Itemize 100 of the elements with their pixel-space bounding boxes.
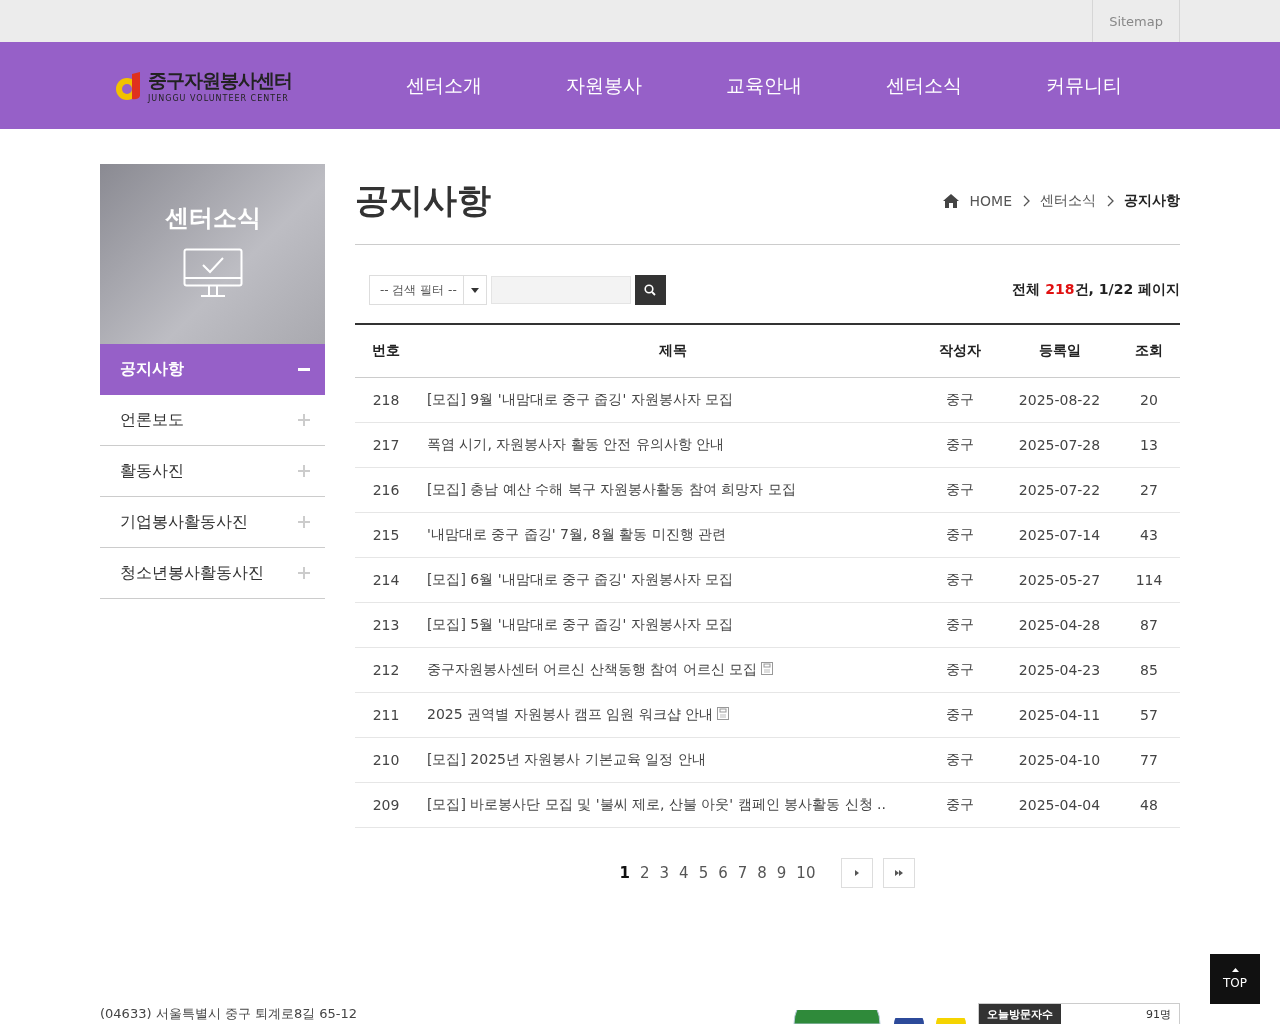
table-cell: 213 xyxy=(355,602,417,648)
page-number-link[interactable]: 3 xyxy=(659,864,670,882)
page-number-link[interactable]: 4 xyxy=(679,864,689,882)
post-title-link[interactable]: [모집] 바로봉사단 모집 및 '불씨 제로, 산불 아웃' 캠페인 봉사활동 신청 .. xyxy=(427,796,886,812)
post-title-link[interactable]: [모집] 2025년 자원봉사 기본교육 일정 안내 xyxy=(427,751,706,767)
chevron-right-icon xyxy=(1106,195,1114,207)
page-number-link[interactable]: 6 xyxy=(718,864,728,882)
table-cell: 중구 xyxy=(919,782,1001,828)
table-cell: 209 xyxy=(355,782,417,828)
search-icon xyxy=(644,284,657,296)
sidebar-menu-item[interactable]: 청소년봉사활동사진 xyxy=(100,548,325,599)
sidebar-menu-item[interactable]: 공지사항 xyxy=(100,344,325,395)
table-cell: 중구 xyxy=(919,647,1001,693)
breadcrumb-link[interactable]: HOME xyxy=(969,193,1012,209)
table-cell: 215 xyxy=(355,512,417,558)
column-header: 조회 xyxy=(1118,324,1180,378)
column-header: 번호 xyxy=(355,324,417,378)
nav-menu-item[interactable]: 커뮤니티 xyxy=(1004,72,1164,99)
column-header: 등록일 xyxy=(1001,324,1118,378)
caret-down-icon xyxy=(470,287,479,293)
table-cell: 87 xyxy=(1118,602,1180,648)
page-number-link[interactable]: 7 xyxy=(737,864,748,882)
breadcrumb-link[interactable]: 공지사항 xyxy=(1124,192,1180,210)
table-cell: 중구 xyxy=(919,467,1001,513)
table-cell: 2025-07-28 xyxy=(1001,422,1118,468)
table-cell: 중구 xyxy=(919,602,1001,648)
table-cell: 중구 xyxy=(919,512,1001,558)
table-cell: 2025-04-11 xyxy=(1001,692,1118,738)
table-cell: 2025-05-27 xyxy=(1001,557,1118,603)
post-title-link[interactable]: [모집] 6월 '내맘대로 중구 줍깅' 자원봉사자 모집 xyxy=(427,571,734,587)
table-cell: 2025-07-14 xyxy=(1001,512,1118,558)
page-number-link[interactable]: 10 xyxy=(796,864,816,882)
column-header: 제목 xyxy=(417,324,919,378)
plus-icon xyxy=(298,465,310,477)
footer-address: (04633) 서울특별시 중구 퇴계로8길 65-12 xyxy=(100,1005,358,1023)
table-cell: 중구 xyxy=(919,557,1001,603)
top-button[interactable]: TOP xyxy=(1210,954,1260,1004)
table-cell: 2025-04-10 xyxy=(1001,737,1118,783)
page-number-link[interactable]: 9 xyxy=(776,864,787,882)
last-page-button[interactable] xyxy=(883,858,916,888)
chevron-right-icon xyxy=(1022,195,1030,207)
column-header: 작성자 xyxy=(919,324,1001,378)
table-cell: 27 xyxy=(1118,467,1180,513)
table-cell: 218 xyxy=(355,377,417,423)
logo-name: 중구자원봉사센터 xyxy=(148,68,292,93)
table-cell: 2025-07-22 xyxy=(1001,467,1118,513)
double-caret-right-icon xyxy=(895,870,904,876)
table-cell: 212 xyxy=(355,647,417,693)
table-cell: 114 xyxy=(1118,557,1180,603)
table-cell: 85 xyxy=(1118,647,1180,693)
page-number-link[interactable]: 2 xyxy=(640,864,650,882)
sidebar-menu-item[interactable]: 언론보도 xyxy=(100,395,325,446)
search-field[interactable] xyxy=(490,276,631,304)
home-icon xyxy=(941,193,960,209)
post-title-link[interactable]: [모집] 충남 예산 수해 복구 자원봉사활동 참여 희망자 모집 xyxy=(427,481,796,497)
table-cell: 210 xyxy=(355,737,417,783)
logo-subtitle: JUNGGU VOLUNTEER CENTER xyxy=(148,94,290,103)
caret-up-icon xyxy=(1231,968,1239,972)
nav-menu-item[interactable]: 센터소개 xyxy=(364,72,524,99)
table-cell: 48 xyxy=(1118,782,1180,828)
table-cell: 2025-04-28 xyxy=(1001,602,1118,648)
sidebar-title: 센터소식 xyxy=(164,203,261,234)
page-number-link[interactable]: 8 xyxy=(757,864,767,882)
post-count-summary: 전체 218건, 1/22 페이지 xyxy=(1012,281,1180,299)
table-cell: 중구 xyxy=(919,377,1001,423)
table-cell: 중구 xyxy=(919,422,1001,468)
table-cell: 2025-04-04 xyxy=(1001,782,1118,828)
table-cell: 77 xyxy=(1118,737,1180,783)
page-number-link[interactable]: 1 xyxy=(619,864,630,882)
post-title-link[interactable]: [모집] 5월 '내맘대로 중구 줍깅' 자원봉사자 모집 xyxy=(427,616,734,632)
table-cell: 57 xyxy=(1118,692,1180,738)
sidebar-menu-item[interactable]: 기업봉사활동사진 xyxy=(100,497,325,548)
post-title-link[interactable]: [모집] 9월 '내맘대로 중구 줍깅' 자원봉사자 모집 xyxy=(427,391,734,407)
table-cell: 211 xyxy=(355,692,417,738)
table-cell: 2025-04-23 xyxy=(1001,647,1118,693)
table-cell: 2025-08-22 xyxy=(1001,377,1118,423)
post-title-link[interactable]: 중구자원봉사센터 어르신 산책동행 참여 어르신 모집 xyxy=(427,661,758,677)
post-title-link[interactable]: '내맘대로 중구 줍깅' 7월, 8월 활동 미진행 관련 xyxy=(427,526,727,542)
nav-menu-item[interactable]: 자원봉사 xyxy=(524,72,684,99)
nav-menu-item[interactable]: 센터소식 xyxy=(844,72,1004,99)
table-cell: 20 xyxy=(1118,377,1180,423)
plus-icon xyxy=(298,567,310,579)
monitor-check-icon xyxy=(182,248,243,298)
page-number-link[interactable]: 5 xyxy=(698,864,709,882)
caret-right-icon xyxy=(855,870,860,876)
visitor-label: 오늘방문자수 xyxy=(979,1004,1061,1024)
table-cell: 13 xyxy=(1118,422,1180,468)
nav-menu-item[interactable]: 교육안내 xyxy=(684,72,844,99)
visitor-count: 91명 xyxy=(1145,1006,1172,1022)
breadcrumb-link[interactable]: 센터소식 xyxy=(1040,192,1096,210)
sidebar-menu-item[interactable]: 활동사진 xyxy=(100,446,325,497)
post-title-link[interactable]: 2025 권역별 자원봉사 캠프 임원 워크샵 안내 xyxy=(427,706,714,722)
post-title-link[interactable]: 폭염 시기, 자원봉사자 활동 안전 유의사항 안내 xyxy=(427,436,725,452)
table-cell: 217 xyxy=(355,422,417,468)
search-button[interactable] xyxy=(634,275,666,305)
table-cell: 216 xyxy=(355,467,417,513)
search-filter-dropdown[interactable]: -- 검색 필터 -- xyxy=(369,275,487,305)
table-cell: 214 xyxy=(355,557,417,603)
page-title: 공지사항 xyxy=(355,179,491,222)
plus-icon xyxy=(298,516,310,528)
